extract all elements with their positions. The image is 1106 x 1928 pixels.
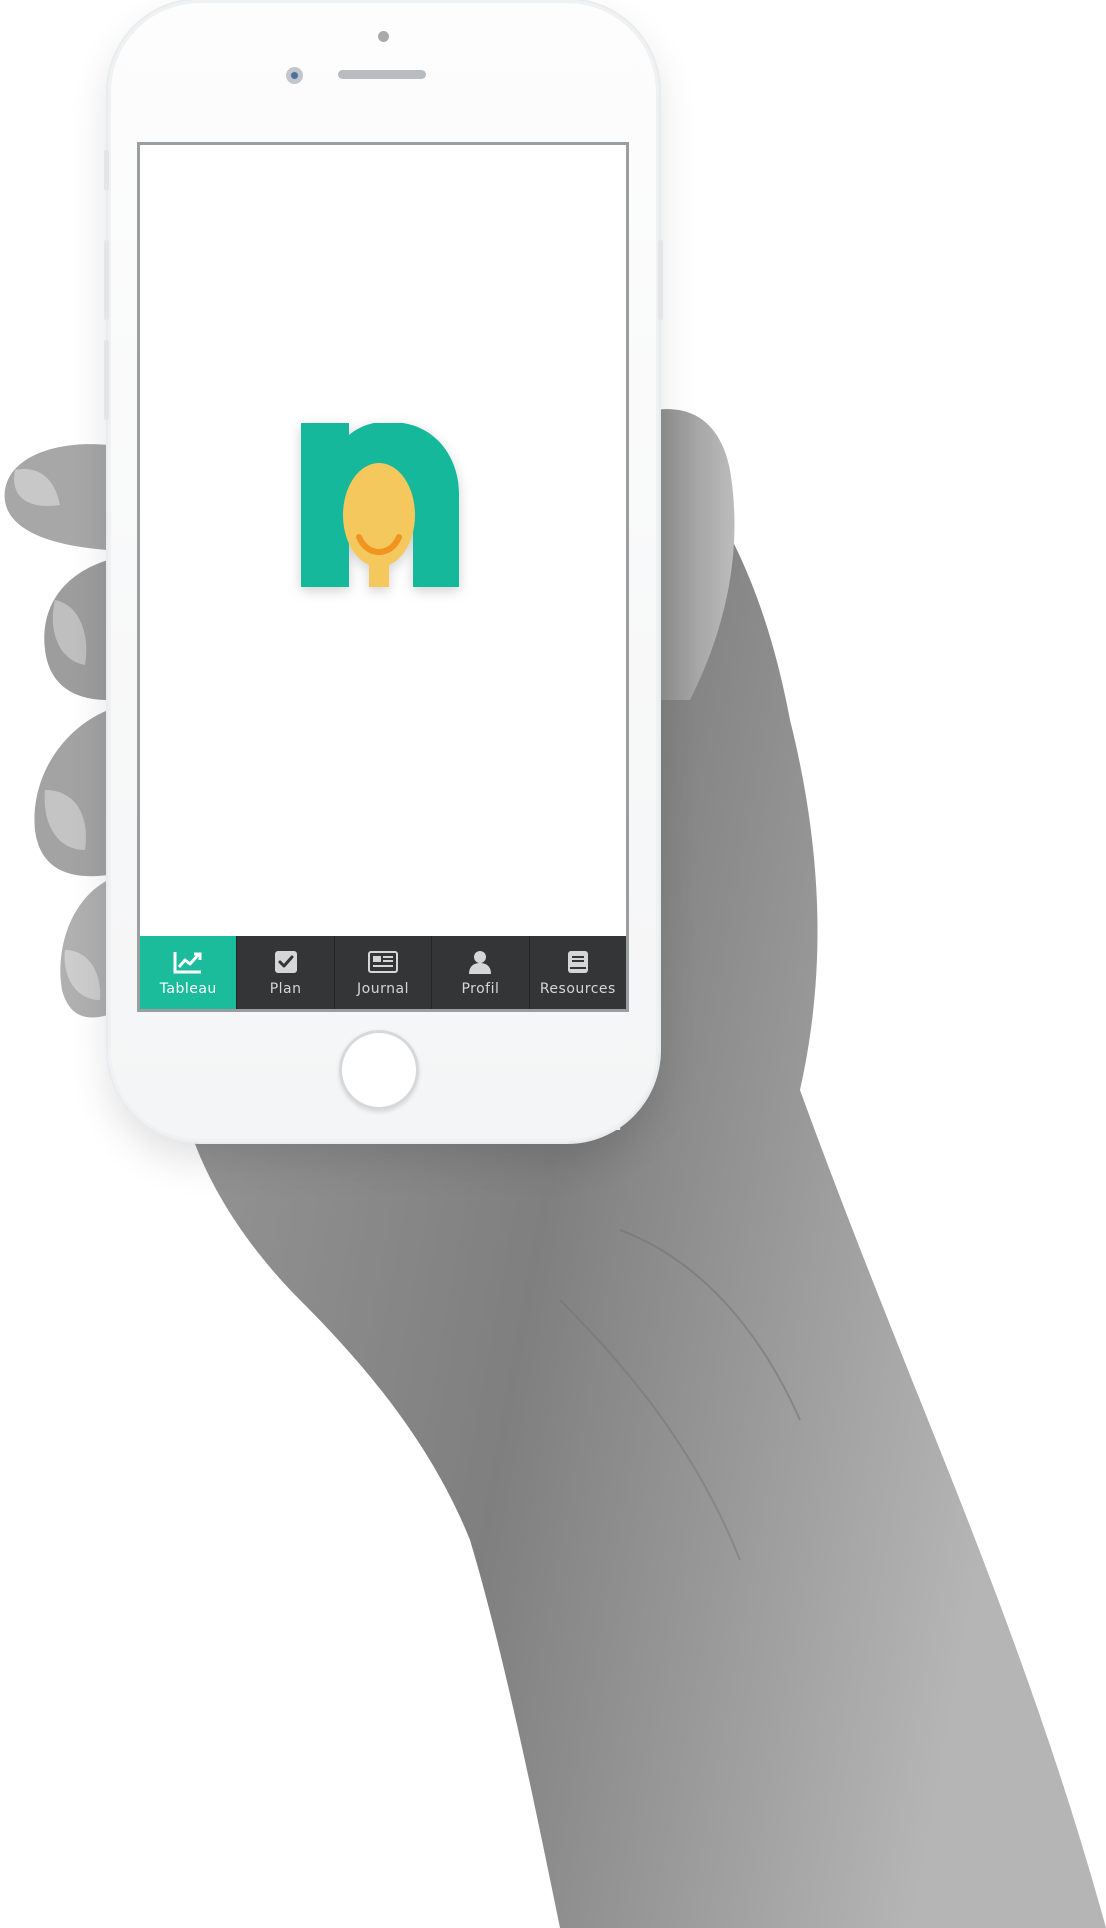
user-icon [465,949,495,975]
book-icon [563,949,593,975]
mute-switch [104,150,109,190]
tab-tableau[interactable]: Tableau [140,936,237,1009]
proximity-sensor [378,31,389,42]
checkbox-icon [271,949,301,975]
newspaper-icon [368,949,399,975]
tab-profil[interactable]: Profil [431,936,528,1009]
bottom-tab-bar: Tableau Plan Journal Profil Resources [140,936,626,1009]
tab-label: Plan [269,980,302,997]
tab-label: Journal [357,980,409,997]
tab-resources[interactable]: Resources [528,936,626,1009]
tab-label: Tableau [159,980,217,997]
tab-journal[interactable]: Journal [333,936,431,1009]
volume-up-button [104,240,109,320]
volume-down-button [104,340,109,420]
tab-label: Profil [461,980,500,997]
phone-device: Tableau Plan Journal Profil Resources [104,0,663,1142]
chart-line-icon [173,949,203,975]
home-button[interactable] [339,1030,419,1110]
tab-plan[interactable]: Plan [236,936,333,1009]
tab-label: Resources [539,980,616,997]
power-button [658,240,663,320]
earpiece-speaker [338,70,426,79]
app-screen: Tableau Plan Journal Profil Resources [137,142,629,1012]
nutrition-spoon-logo [301,423,459,587]
front-camera [286,67,303,84]
